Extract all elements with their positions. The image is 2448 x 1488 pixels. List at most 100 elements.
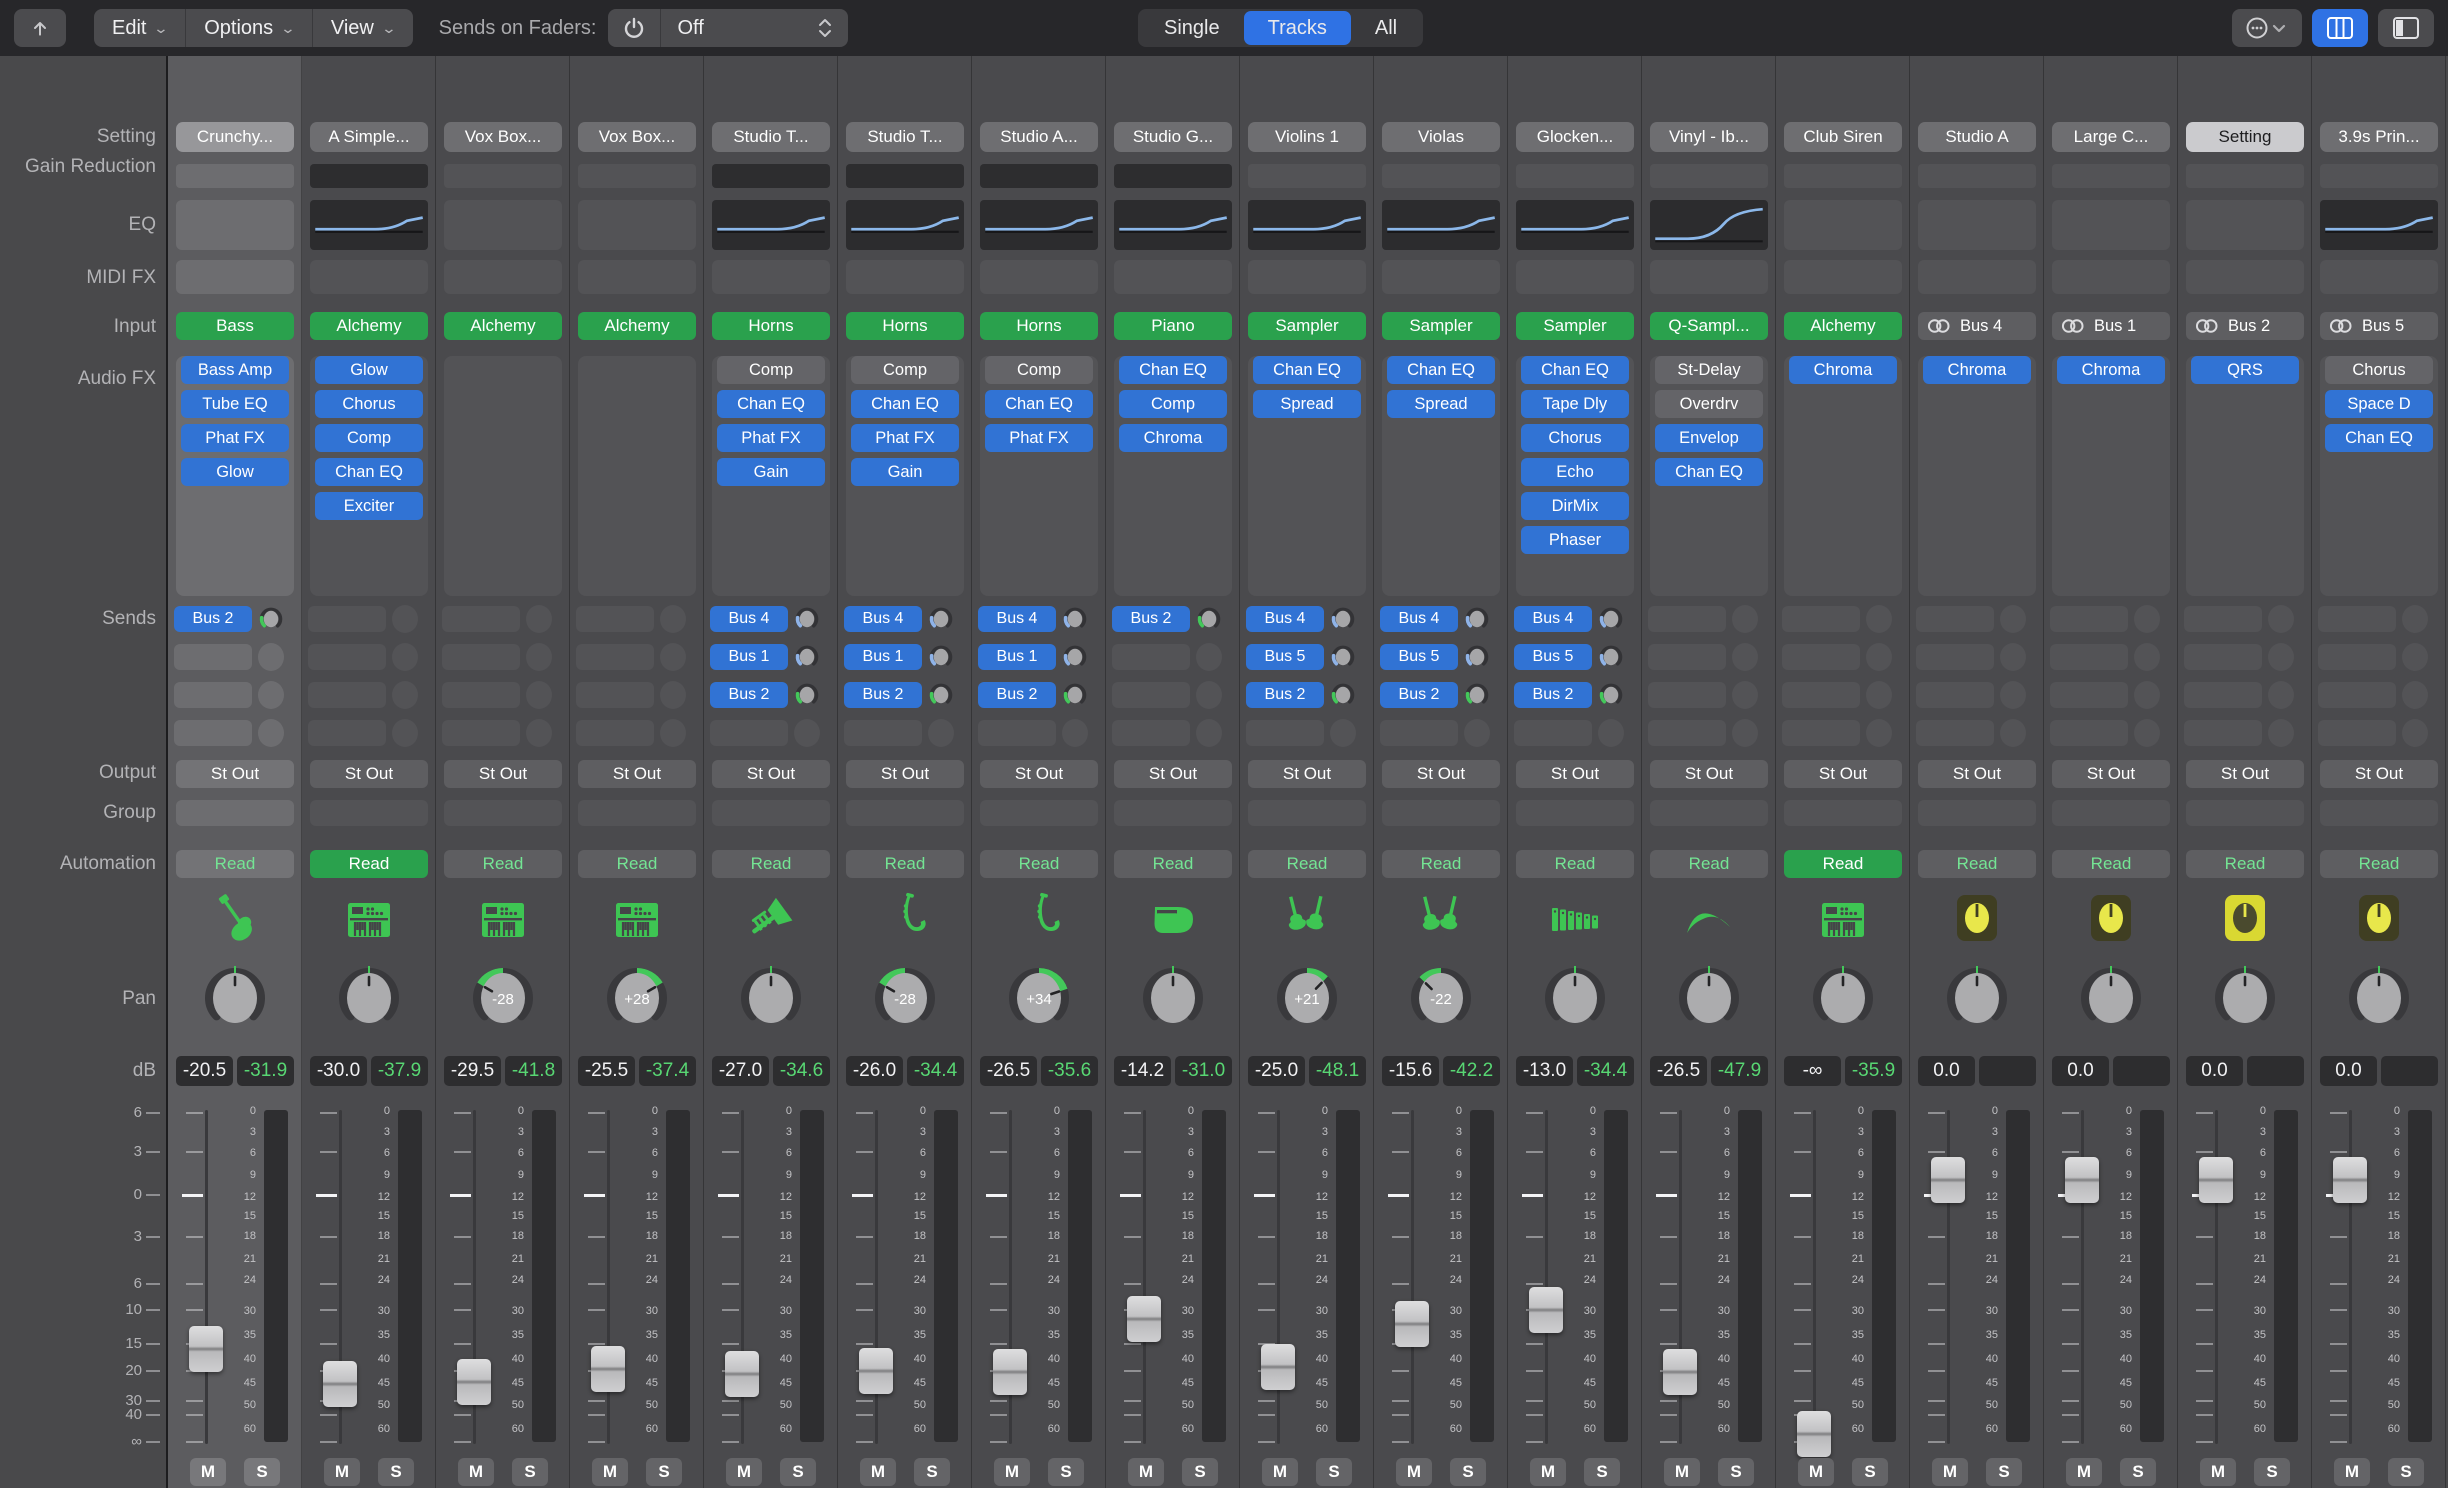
automation-mode-button[interactable]: Read	[2320, 850, 2438, 878]
send-knob[interactable]	[1062, 681, 1088, 709]
setting-button[interactable]: 3.9s Prin...	[2320, 122, 2438, 152]
peak-value[interactable]: -37.9	[371, 1056, 428, 1086]
audio-fx-slot[interactable]: Chan EQ	[851, 390, 959, 418]
eq-thumbnail[interactable]	[444, 200, 562, 250]
fader-cap[interactable]	[323, 1361, 357, 1407]
send-slot-empty[interactable]	[1648, 644, 1726, 670]
group-slot[interactable]	[444, 800, 562, 826]
midi-fx-slot[interactable]	[1114, 260, 1232, 294]
send-slot[interactable]: Bus 4	[1246, 606, 1324, 632]
eq-thumbnail[interactable]	[1248, 200, 1366, 250]
peak-value[interactable]	[2113, 1056, 2170, 1086]
pan-knob[interactable]	[1543, 962, 1607, 1036]
send-knob[interactable]	[928, 605, 954, 633]
midi-fx-slot[interactable]	[1650, 260, 1768, 294]
input-slot[interactable]: Horns	[712, 312, 830, 340]
pan-knob[interactable]	[1811, 962, 1875, 1036]
midi-fx-slot[interactable]	[846, 260, 964, 294]
send-knob[interactable]	[928, 643, 954, 671]
mute-button[interactable]: M	[1530, 1458, 1566, 1486]
segment-single[interactable]: Single	[1140, 11, 1244, 45]
send-knob[interactable]	[794, 605, 820, 633]
send-slot-empty[interactable]	[442, 682, 520, 708]
send-knob[interactable]	[794, 643, 820, 671]
send-slot-empty[interactable]	[1112, 720, 1190, 746]
volume-value[interactable]: -29.5	[444, 1056, 501, 1086]
eq-thumbnail[interactable]	[310, 200, 428, 250]
automation-mode-button[interactable]: Read	[980, 850, 1098, 878]
group-slot[interactable]	[310, 800, 428, 826]
peak-value[interactable]: -35.6	[1041, 1056, 1098, 1086]
mute-button[interactable]: M	[726, 1458, 762, 1486]
output-slot[interactable]: St Out	[1650, 760, 1768, 788]
pan-knob[interactable]	[1945, 962, 2009, 1036]
send-knob[interactable]	[928, 681, 954, 709]
send-slot-empty[interactable]	[844, 720, 922, 746]
audio-fx-slot[interactable]: Gain	[717, 458, 825, 486]
group-slot[interactable]	[1918, 800, 2036, 826]
setting-button[interactable]: Studio G...	[1114, 122, 1232, 152]
fader-cap[interactable]	[189, 1326, 223, 1372]
input-slot[interactable]: Alchemy	[1784, 312, 1902, 340]
volume-value[interactable]: 0.0	[1918, 1056, 1975, 1086]
input-slot[interactable]: Bus 4	[1918, 312, 2036, 340]
segment-all[interactable]: All	[1351, 11, 1421, 45]
send-slot-empty[interactable]	[1648, 720, 1726, 746]
send-slot[interactable]: Bus 4	[1380, 606, 1458, 632]
automation-mode-button[interactable]: Read	[712, 850, 830, 878]
peak-value[interactable]: -48.1	[1309, 1056, 1366, 1086]
mute-button[interactable]: M	[190, 1458, 226, 1486]
send-knob[interactable]	[1062, 605, 1088, 633]
audio-fx-slot[interactable]: St-Delay	[1655, 356, 1763, 384]
send-slot[interactable]: Bus 5	[1380, 644, 1458, 670]
send-slot-empty[interactable]	[442, 606, 520, 632]
group-slot[interactable]	[1248, 800, 1366, 826]
volume-value[interactable]: 0.0	[2186, 1056, 2243, 1086]
send-knob[interactable]	[1598, 681, 1624, 709]
narrow-channel-view-button[interactable]	[2378, 9, 2434, 47]
send-knob[interactable]	[1330, 643, 1356, 671]
audio-fx-slot[interactable]: Glow	[181, 458, 289, 486]
volume-value[interactable]: -13.0	[1516, 1056, 1573, 1086]
send-slot-empty[interactable]	[2050, 606, 2128, 632]
input-slot[interactable]: Horns	[980, 312, 1098, 340]
audio-fx-slot[interactable]: Gain	[851, 458, 959, 486]
pan-knob[interactable]	[2213, 962, 2277, 1036]
mute-button[interactable]: M	[2334, 1458, 2370, 1486]
send-knob[interactable]	[258, 605, 284, 633]
input-slot[interactable]: Horns	[846, 312, 964, 340]
send-slot-empty[interactable]	[576, 644, 654, 670]
fader-cap[interactable]	[591, 1346, 625, 1392]
setting-button[interactable]: Vinyl - Ib...	[1650, 122, 1768, 152]
setting-button[interactable]: Studio T...	[846, 122, 964, 152]
send-slot-empty[interactable]	[1648, 682, 1726, 708]
mute-button[interactable]: M	[1664, 1458, 1700, 1486]
solo-button[interactable]: S	[914, 1458, 950, 1486]
output-slot[interactable]: St Out	[2052, 760, 2170, 788]
eq-thumbnail[interactable]	[980, 200, 1098, 250]
send-slot-empty[interactable]	[1916, 720, 1994, 746]
audio-fx-slot[interactable]: Chorus	[315, 390, 423, 418]
midi-fx-slot[interactable]	[1918, 260, 2036, 294]
mute-button[interactable]: M	[1396, 1458, 1432, 1486]
automation-mode-button[interactable]: Read	[310, 850, 428, 878]
solo-button[interactable]: S	[1048, 1458, 1084, 1486]
send-slot-empty[interactable]	[1916, 644, 1994, 670]
audio-fx-slot[interactable]: Chroma	[1789, 356, 1897, 384]
setting-button[interactable]: Setting	[2186, 122, 2304, 152]
send-slot-empty[interactable]	[174, 644, 252, 670]
send-slot[interactable]: Bus 2	[1246, 682, 1324, 708]
group-slot[interactable]	[176, 800, 294, 826]
output-slot[interactable]: St Out	[2186, 760, 2304, 788]
eq-thumbnail[interactable]	[2052, 200, 2170, 250]
send-slot[interactable]: Bus 2	[710, 682, 788, 708]
midi-fx-slot[interactable]	[1516, 260, 1634, 294]
audio-fx-slot[interactable]: Envelop	[1655, 424, 1763, 452]
send-slot-empty[interactable]	[576, 606, 654, 632]
volume-value[interactable]: 0.0	[2320, 1056, 2377, 1086]
automation-mode-button[interactable]: Read	[1784, 850, 1902, 878]
audio-fx-slot[interactable]: Phaser	[1521, 526, 1629, 554]
eq-thumbnail[interactable]	[712, 200, 830, 250]
pan-knob[interactable]: +28	[605, 962, 669, 1036]
solo-button[interactable]: S	[512, 1458, 548, 1486]
